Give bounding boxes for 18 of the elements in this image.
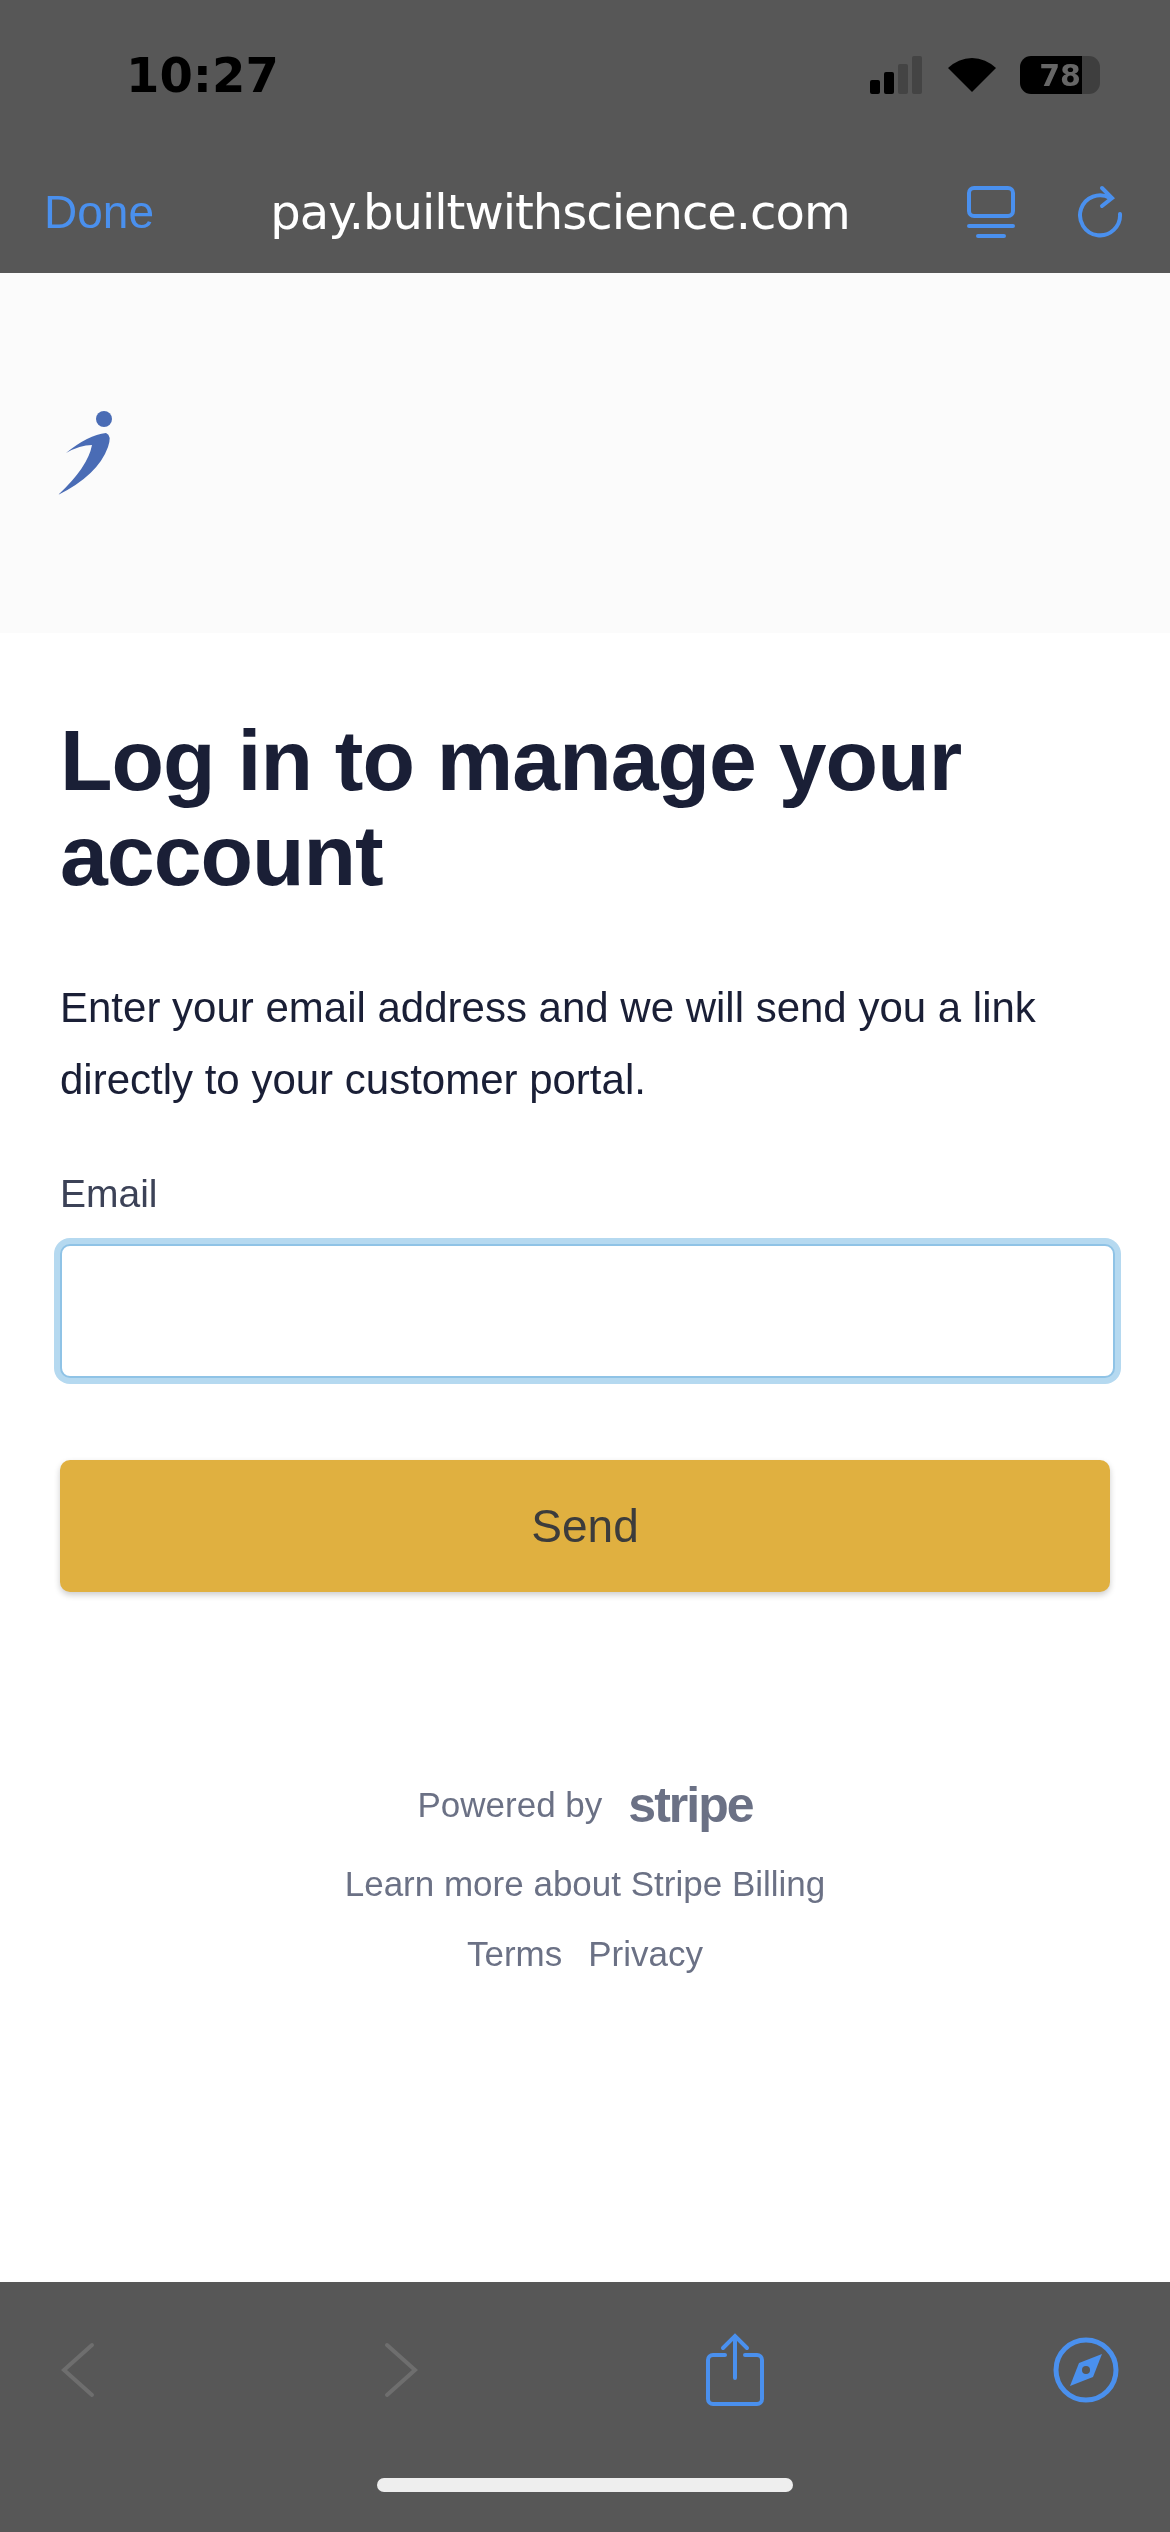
share-icon[interactable] [705, 2333, 766, 2407]
compass-icon[interactable] [1051, 2336, 1120, 2404]
powered-by-text: Powered by [417, 1785, 603, 1826]
footer-link[interactable]: Terms [467, 1934, 563, 1975]
url-text[interactable]: pay.builtwithscience.com [173, 183, 946, 240]
signal-icon [870, 56, 924, 94]
email-field[interactable] [60, 1244, 1115, 1379]
status-time: 10:27 [126, 47, 279, 103]
brand-logo: stripe [628, 1776, 753, 1835]
reader-icon[interactable] [966, 184, 1016, 239]
email-label: Email [60, 1172, 159, 1217]
description-text: Enter your email address and we will send you a link directly to your customer portal. [60, 983, 1037, 1106]
send-button[interactable]: Send [60, 1460, 1110, 1593]
battery-indicator: 78 [1020, 56, 1100, 94]
wifi-icon [946, 56, 998, 94]
learn-more-link[interactable]: Learn more about Stripe Billing [344, 1864, 826, 1905]
page-title: Log in to manage your account [60, 713, 963, 903]
footer-link[interactable]: Privacy [588, 1934, 703, 1975]
